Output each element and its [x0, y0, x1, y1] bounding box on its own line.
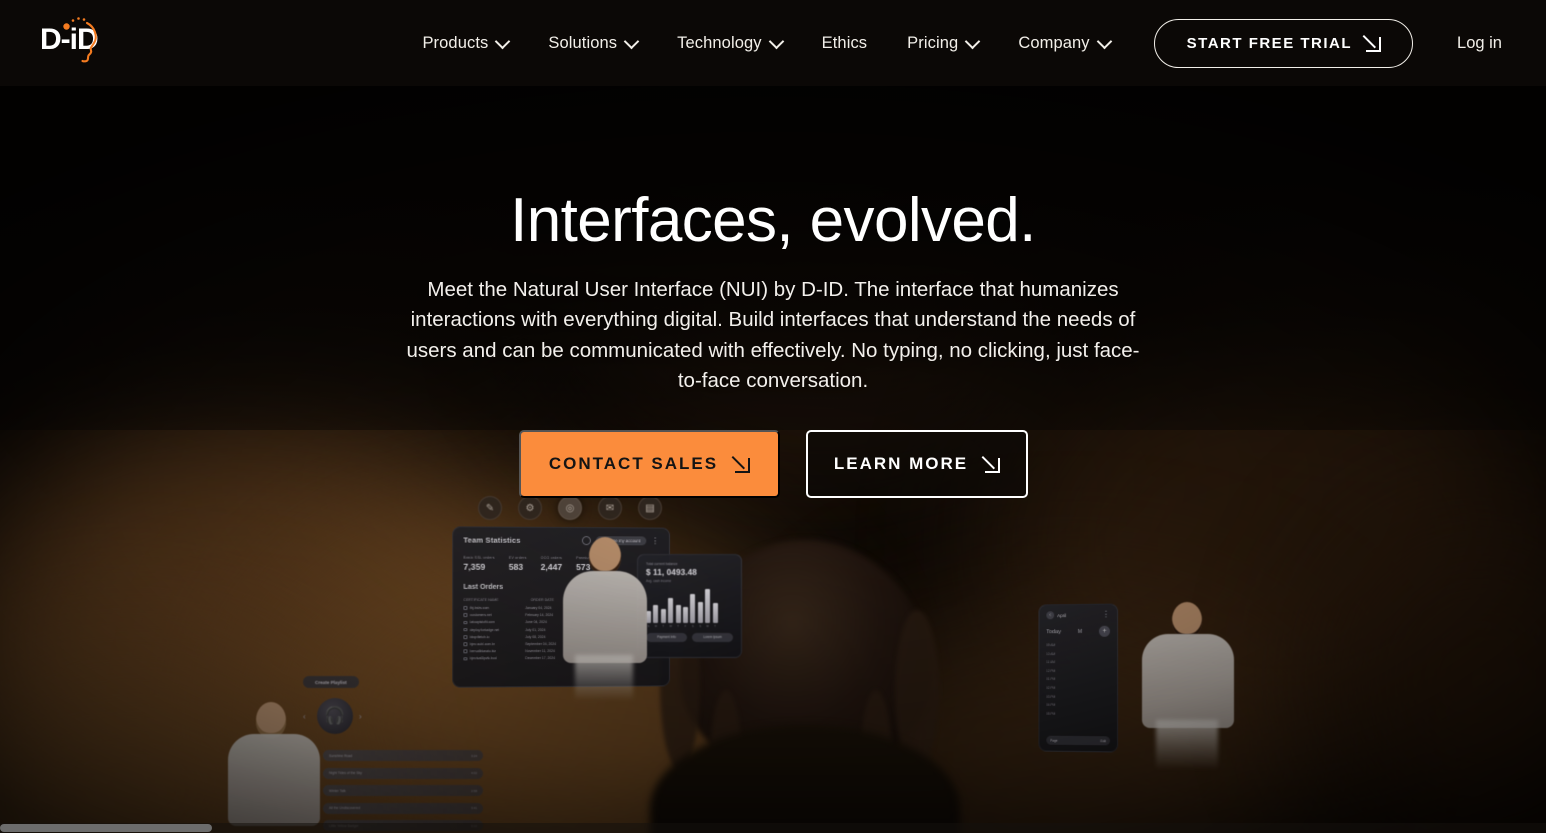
nav-item-ethics[interactable]: Ethics — [822, 34, 868, 53]
horizontal-scrollbar-track[interactable] — [0, 823, 1546, 833]
learn-more-button[interactable]: LEARN MORE — [805, 430, 1028, 499]
did-logo-icon: D-iD — [40, 17, 99, 63]
hero-subtitle: Meet the Natural User Interface (NUI) by… — [406, 278, 1140, 393]
nav-label: Company — [1018, 33, 1090, 52]
arrow-down-right-icon — [984, 457, 1001, 473]
start-free-trial-label: START FREE TRIAL — [1186, 34, 1353, 52]
chevron-down-icon — [497, 36, 508, 47]
nav-item-products[interactable]: Products — [422, 34, 508, 53]
horizontal-scrollbar-thumb[interactable] — [0, 824, 212, 832]
nav-item-company[interactable]: Company — [1018, 34, 1109, 53]
start-free-trial-button[interactable]: START FREE TRIAL — [1153, 18, 1414, 68]
nav-label: Technology — [677, 33, 762, 52]
chevron-down-icon — [1099, 36, 1110, 47]
main-navigation: Products Solutions Technology Ethics Pri… — [422, 34, 1109, 53]
nav-item-solutions[interactable]: Solutions — [548, 34, 637, 53]
page-title: Interfaces, evolved. — [510, 186, 1036, 255]
site-header: D-iD Products Solutions Technology Ethic… — [0, 0, 1546, 86]
nav-label: Ethics — [821, 33, 868, 52]
chevron-down-icon — [771, 36, 782, 47]
login-link[interactable]: Log in — [1457, 34, 1502, 53]
chevron-down-icon — [626, 36, 637, 47]
nav-item-technology[interactable]: Technology — [677, 34, 781, 53]
nav-label: Products — [422, 33, 489, 52]
brand-logo[interactable]: D-iD — [40, 15, 102, 71]
hero-cta-group: CONTACT SALES LEARN MORE — [0, 430, 1546, 499]
page-root: ✎ ⚙ ◎ ✉ ▤ Team Statistics manage my acco… — [0, 0, 1546, 833]
arrow-down-right-icon — [1365, 36, 1382, 52]
nav-label: Solutions — [548, 33, 618, 52]
arrow-down-right-icon — [734, 457, 751, 473]
contact-sales-button[interactable]: CONTACT SALES — [518, 430, 780, 499]
learn-more-label: LEARN MORE — [833, 454, 969, 474]
nav-label: Pricing — [907, 33, 959, 52]
chevron-down-icon — [967, 36, 978, 47]
hero-section: Interfaces, evolved. Meet the Natural Us… — [0, 86, 1546, 499]
contact-sales-label: CONTACT SALES — [548, 454, 719, 474]
nav-item-pricing[interactable]: Pricing — [907, 34, 978, 53]
